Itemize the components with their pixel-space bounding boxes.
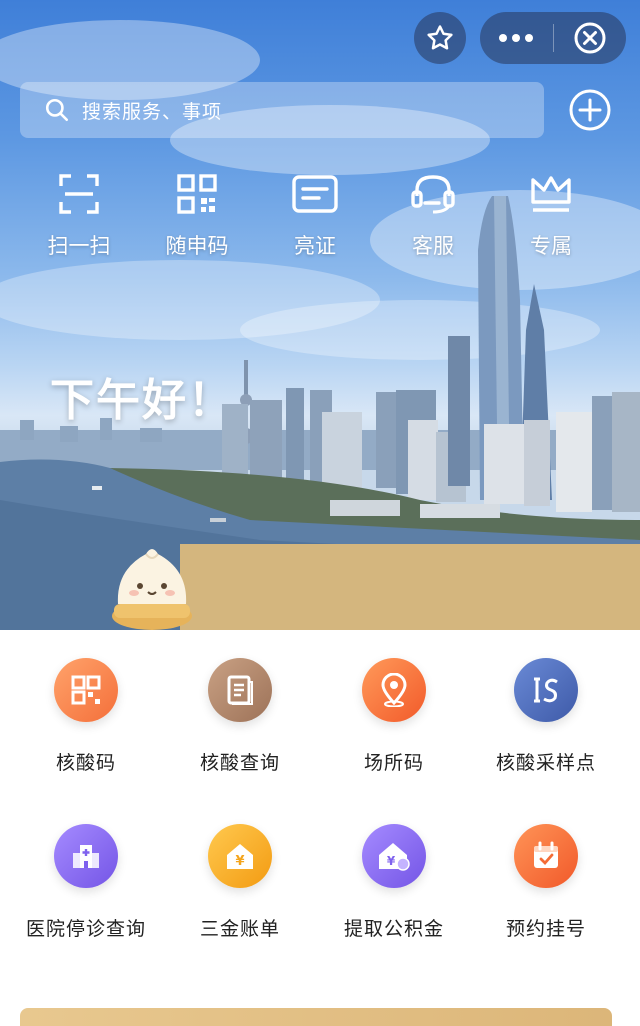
qr-code-icon	[177, 174, 217, 214]
mascot-banner	[180, 544, 640, 630]
app-page: 搜索服务、事项 扫一扫 随申码 亮证 客服 专属 下午好！ 核酸码 核酸查询 场…	[0, 0, 640, 1026]
id-card-icon	[292, 175, 338, 213]
service-icon-badge: ¥	[362, 824, 426, 888]
service-icon-badge	[362, 658, 426, 722]
favorite-button[interactable]	[414, 12, 466, 64]
yen-home-fund-icon: ¥	[379, 843, 410, 871]
service-appointment-registration[interactable]: 预约挂号	[466, 796, 626, 940]
service-icon-badge	[514, 658, 578, 722]
service-hospital-closure[interactable]: 医院停诊查询	[6, 796, 166, 940]
svg-text:¥: ¥	[235, 854, 244, 869]
close-button[interactable]	[554, 12, 627, 64]
qr-code-icon	[71, 675, 101, 705]
plus-circle-icon[interactable]	[568, 88, 612, 132]
service-grid: 核酸码 核酸查询 场所码 核酸采样点 医院停诊查询 ¥ 三金账单 ¥ 提取公积金…	[0, 630, 640, 990]
headset-icon	[411, 175, 455, 214]
service-nucleic-query[interactable]: 核酸查询	[160, 630, 320, 774]
tool-label: 扫一扫	[47, 234, 111, 258]
service-label: 核酸采样点	[495, 752, 596, 774]
document-icon	[227, 675, 253, 705]
service-three-funds-bill[interactable]: ¥ 三金账单	[160, 796, 320, 940]
location-pin-icon	[381, 673, 407, 707]
tool-customer-service[interactable]: 客服	[374, 168, 492, 278]
service-label: 医院停诊查询	[25, 918, 146, 940]
service-icon-badge	[514, 824, 578, 888]
yen-house-icon: ¥	[227, 844, 253, 869]
service-icon-badge	[208, 658, 272, 722]
service-label: 三金账单	[199, 918, 280, 940]
tool-label: 随申码	[165, 234, 229, 258]
service-nucleic-code[interactable]: 核酸码	[6, 630, 166, 774]
tool-label: 客服	[412, 234, 454, 258]
tool-label: 亮证	[294, 234, 336, 258]
service-label: 核酸码	[55, 752, 116, 774]
hospital-icon	[73, 845, 99, 868]
tool-label: 专属	[530, 234, 572, 258]
more-button[interactable]	[480, 12, 553, 64]
mini-program-capsule	[480, 12, 626, 64]
search-bar[interactable]: 搜索服务、事项	[20, 82, 544, 138]
hero-banner: 搜索服务、事项 扫一扫 随申码 亮证 客服 专属 下午好！	[0, 0, 640, 630]
service-label: 场所码	[363, 752, 424, 774]
service-withdraw-housing-fund[interactable]: ¥ 提取公积金	[314, 796, 474, 940]
service-sampling-sites[interactable]: 核酸采样点	[466, 630, 626, 774]
service-venue-code[interactable]: 场所码	[314, 630, 474, 774]
tool-id-card[interactable]: 亮证	[256, 168, 374, 278]
star-icon	[427, 25, 453, 50]
close-circle-icon	[574, 22, 606, 54]
service-label: 提取公积金	[343, 918, 444, 940]
dumpling-mascot-icon	[112, 549, 192, 630]
svg-text:¥: ¥	[387, 854, 396, 868]
tool-qr-code[interactable]: 随申码	[138, 168, 256, 278]
greeting-text: 下午好！	[50, 375, 234, 426]
crown-icon	[531, 176, 571, 212]
service-label: 预约挂号	[505, 918, 586, 940]
search-icon	[45, 98, 69, 122]
tool-exclusive[interactable]: 专属	[492, 168, 610, 278]
service-icon-badge: ¥	[208, 824, 272, 888]
service-label: 核酸查询	[199, 752, 280, 774]
search-placeholder: 搜索服务、事项	[82, 100, 223, 123]
scan-icon	[59, 174, 99, 214]
more-dots-icon	[499, 34, 534, 42]
service-icon-badge	[54, 824, 118, 888]
calendar-icon	[534, 841, 558, 868]
service-icon-badge	[54, 658, 118, 722]
quick-tools-row: 扫一扫 随申码 亮证 客服 专属	[20, 168, 620, 278]
tool-scan[interactable]: 扫一扫	[20, 168, 138, 278]
sampling-logo-icon	[534, 677, 558, 703]
bottom-promo-banner[interactable]	[20, 1008, 612, 1026]
